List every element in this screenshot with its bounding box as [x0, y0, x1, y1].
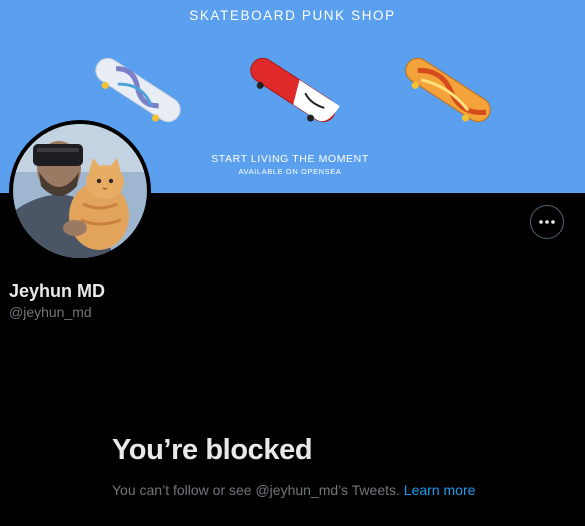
- banner-title: SKATEBOARD PUNK SHOP: [189, 8, 396, 23]
- more-horizontal-icon: [539, 220, 555, 224]
- skateboard-orange-image: [405, 57, 491, 123]
- username-handle: @jeyhun_md: [9, 304, 92, 320]
- blocked-description-text: You can’t follow or see @jeyhun_md’s Twe…: [112, 482, 400, 498]
- skateboard-white-image: [95, 57, 181, 123]
- blocked-description: You can’t follow or see @jeyhun_md’s Twe…: [112, 480, 484, 500]
- avatar[interactable]: [9, 120, 151, 262]
- banner-subtitle: START LIVING THE MOMENT: [211, 153, 369, 165]
- display-name: Jeyhun MD: [9, 281, 106, 301]
- banner-subtitle-2: AVAILABLE ON OPENSEA: [238, 167, 342, 176]
- blocked-title: You’re blocked: [112, 434, 313, 466]
- learn-more-link[interactable]: Learn more: [404, 482, 476, 498]
- skateboard-red-image: [250, 57, 340, 123]
- avatar-image: [13, 124, 147, 258]
- more-button[interactable]: [530, 205, 564, 239]
